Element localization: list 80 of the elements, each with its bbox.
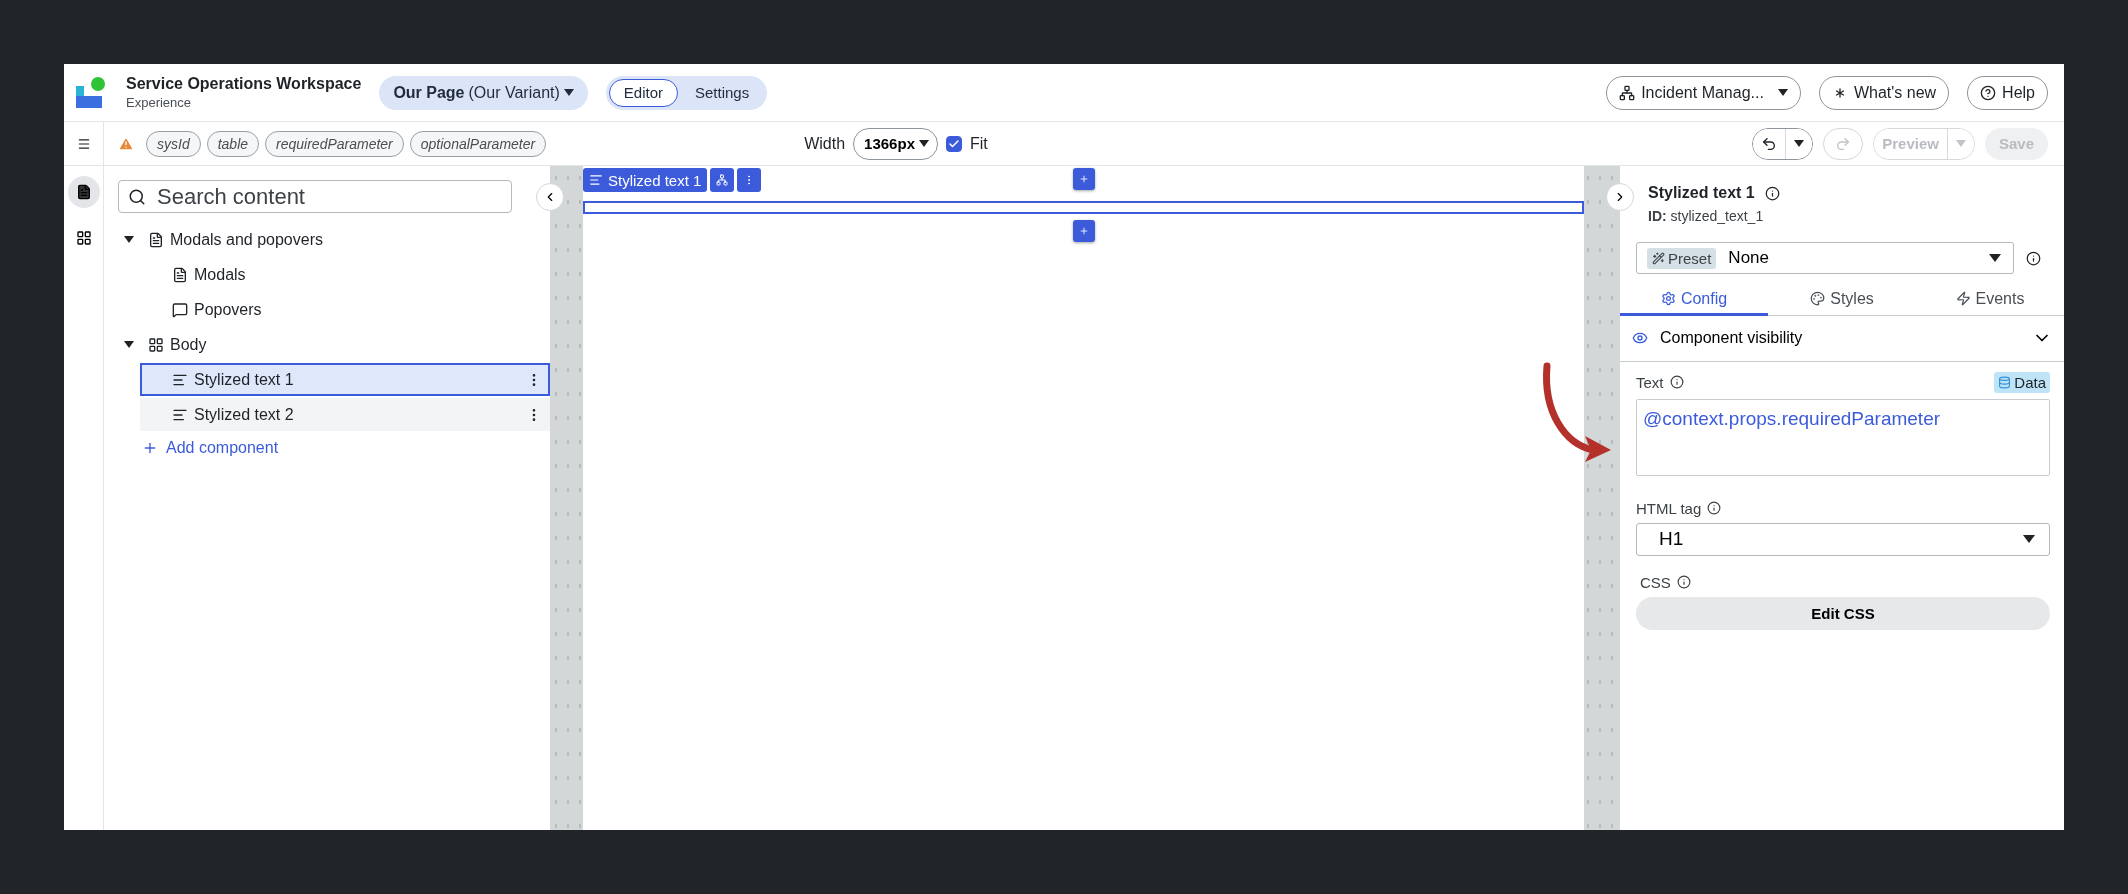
- menu-icon[interactable]: [76, 136, 91, 151]
- info-icon[interactable]: [1669, 375, 1684, 389]
- hierarchy-icon: [1619, 84, 1636, 101]
- parameter-chip: optionalParameter: [409, 130, 547, 157]
- search-icon: [128, 188, 146, 206]
- undo-split-button[interactable]: [1752, 127, 1814, 160]
- add-above-button[interactable]: [1072, 168, 1095, 190]
- info-icon[interactable]: [1764, 185, 1780, 201]
- width-select[interactable]: 1366px: [853, 127, 938, 160]
- more-button[interactable]: [737, 168, 762, 192]
- wand-icon: [1652, 251, 1665, 265]
- help-icon: [1980, 84, 1997, 101]
- header-button[interactable]: Help: [1967, 75, 2048, 110]
- html-tag-select[interactable]: H1: [1636, 522, 2050, 556]
- logo-icon: [74, 75, 108, 110]
- palette-icon: [1810, 291, 1826, 306]
- selected-component[interactable]: [583, 201, 1584, 214]
- caret-icon: [1794, 140, 1805, 147]
- field-label: Text: [1636, 373, 1664, 391]
- page-menu[interactable]: Our Page (Our Variant): [379, 75, 588, 110]
- tree-item[interactable]: Stylized text 1: [140, 363, 550, 396]
- redo-icon: [1835, 135, 1852, 152]
- add-below-button[interactable]: [1072, 220, 1095, 242]
- info-icon[interactable]: [2026, 250, 2041, 266]
- field-label: CSS: [1640, 573, 1671, 591]
- add-component-link[interactable]: Add component: [118, 433, 550, 463]
- info-icon[interactable]: [1707, 501, 1722, 515]
- component-id: ID: stylized_text_1: [1647, 208, 1765, 224]
- caret-icon: [1955, 140, 1966, 147]
- text-field[interactable]: @context.props.requiredParameter: [1636, 398, 2050, 476]
- document-icon: [75, 184, 92, 200]
- header-button[interactable]: Incident Manag...: [1606, 75, 1801, 110]
- tree-item[interactable]: Body: [118, 328, 550, 361]
- app-subtitle: Experience: [126, 95, 193, 110]
- tree-item[interactable]: Modals and popovers: [118, 223, 550, 256]
- caret-icon[interactable]: [124, 236, 134, 243]
- parameter-chip: sysId: [146, 130, 201, 157]
- caret-icon: [918, 140, 929, 147]
- rail-button[interactable]: [67, 176, 100, 208]
- edit-css-button[interactable]: Edit CSS: [1636, 596, 2050, 630]
- components-icon: [75, 230, 92, 246]
- fit-label: Fit: [969, 134, 988, 153]
- search-field[interactable]: Search content: [118, 180, 512, 213]
- lightning-icon: [1955, 291, 1971, 306]
- caret-icon: [563, 89, 574, 96]
- mode-tab[interactable]: Editor: [608, 78, 678, 107]
- warning-icon: [118, 135, 134, 152]
- inspector-tab[interactable]: Events: [1916, 284, 2064, 316]
- text-lines-icon: [589, 173, 603, 187]
- caret-icon: [1989, 254, 2001, 262]
- preset-select[interactable]: Preset None: [1636, 242, 2014, 274]
- database-icon: [1998, 375, 2012, 389]
- field-label: HTML tag: [1636, 499, 1702, 517]
- header-button[interactable]: What's new: [1818, 75, 1950, 110]
- settings-icon: [1660, 291, 1676, 306]
- caret-icon: [2023, 535, 2035, 543]
- eye-icon: [1632, 330, 1648, 346]
- inspector-title: Stylized text 1: [1648, 184, 1755, 202]
- hierarchy-icon: [716, 174, 729, 186]
- width-label: Width: [804, 134, 846, 153]
- tree-item[interactable]: Modals: [140, 258, 550, 291]
- data-badge[interactable]: Data: [1994, 371, 2050, 393]
- inspector-tab[interactable]: Styles: [1768, 284, 1916, 316]
- app-title: Service Operations Workspace: [126, 75, 362, 93]
- fit-checkbox[interactable]: [945, 135, 962, 152]
- parameter-chip: requiredParameter: [265, 130, 404, 157]
- speech-bubble-icon: [172, 301, 188, 318]
- parameter-chip: table: [206, 130, 260, 157]
- hierarchy-button[interactable]: [710, 168, 735, 192]
- mode-tab[interactable]: Settings: [680, 78, 765, 107]
- layout-icon: [148, 336, 164, 353]
- component-label[interactable]: Stylized text 1: [583, 168, 708, 192]
- caret-icon: [1777, 89, 1788, 96]
- tree-item[interactable]: Popovers: [140, 293, 550, 326]
- tree-item[interactable]: Stylized text 2: [140, 398, 550, 431]
- caret-icon[interactable]: [124, 341, 134, 348]
- plus-icon: [142, 440, 158, 456]
- undo-icon: [1761, 135, 1778, 152]
- info-icon[interactable]: [1676, 575, 1691, 589]
- check-icon: [947, 137, 960, 150]
